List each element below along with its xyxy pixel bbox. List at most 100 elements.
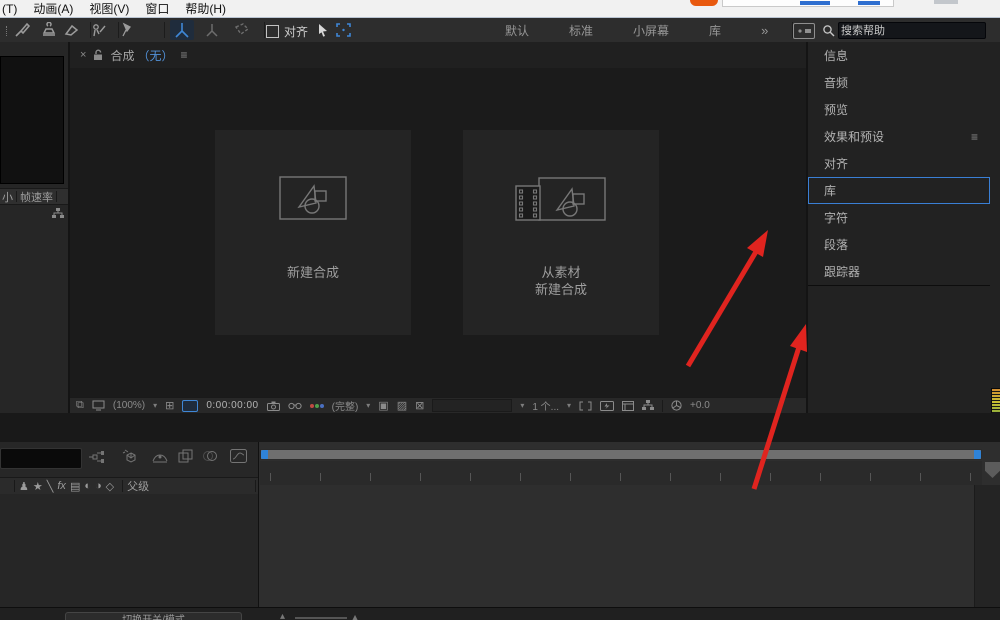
navigator-start-handle[interactable]: [261, 450, 268, 459]
shy-switch-icon[interactable]: ♟: [19, 480, 29, 493]
column-divider: [56, 191, 57, 202]
column-framerate[interactable]: 帧速率: [20, 189, 53, 205]
chevron-down-icon[interactable]: ▾: [366, 401, 370, 410]
timeline-button-icon[interactable]: [622, 400, 635, 411]
panel-tab-paragraph[interactable]: 段落: [808, 231, 990, 259]
comp-mini-flowchart-icon[interactable]: [88, 450, 104, 464]
menu-item-help[interactable]: 帮助(H): [177, 0, 234, 17]
panel-tab-libraries[interactable]: 库: [808, 177, 990, 205]
background-logo-gray: [934, 0, 958, 4]
panel-tab-effects-presets[interactable]: 效果和预设 ≡: [808, 123, 990, 151]
show-snapshot-icon[interactable]: [288, 401, 302, 410]
motion-blur-icon[interactable]: [202, 450, 219, 462]
world-axis-mode-button[interactable]: [200, 20, 224, 40]
timeline-column-header: ♟ ★ ╲ fx ▤ ◐ ◑ ◇ 父级: [0, 477, 258, 495]
workspace-tab-default[interactable]: 默认: [505, 22, 529, 39]
panel-tab-audio[interactable]: 音频: [808, 69, 990, 97]
adjustment-switch-icon[interactable]: ◑: [95, 480, 102, 492]
fast-previews-icon[interactable]: [600, 400, 615, 411]
chevron-down-icon[interactable]: ▾: [567, 401, 571, 410]
main-monitor-icon[interactable]: [92, 400, 105, 411]
view-axis-mode-button[interactable]: [230, 20, 254, 40]
frame-blend-switch-icon[interactable]: ▤: [70, 480, 80, 493]
menu-item-animation[interactable]: 动画(A): [25, 0, 81, 17]
exposure-value[interactable]: +0.0: [690, 400, 710, 411]
workspace-overflow-chevrons[interactable]: »: [761, 23, 768, 38]
zoom-out-icon[interactable]: ▴: [280, 611, 285, 620]
new-composition-from-footage-icon: [515, 177, 606, 221]
draft-3d-icon[interactable]: [120, 449, 137, 464]
new-composition-from-footage-card[interactable]: 从素材 新建合成: [463, 130, 659, 335]
3d-switch-icon[interactable]: ◇: [106, 480, 114, 493]
menu-item-clipped[interactable]: (T): [0, 0, 25, 17]
workspace-tab-small-screen[interactable]: 小屏幕: [633, 22, 669, 39]
composition-tab-bar: × 合成 （无） ≡: [70, 42, 806, 68]
time-ruler[interactable]: [260, 461, 982, 486]
navigator-end-handle[interactable]: [974, 450, 981, 459]
channel-dots-icon[interactable]: [309, 403, 324, 408]
column-size[interactable]: 小: [2, 189, 13, 205]
transparency-grid-icon[interactable]: ▨: [397, 399, 407, 412]
pixel-aspect-icon[interactable]: [579, 401, 592, 411]
workspace-tab-standard[interactable]: 标准: [569, 22, 593, 39]
shy-layers-icon[interactable]: [152, 450, 168, 463]
exposure-icon[interactable]: [671, 400, 682, 411]
chevron-down-icon[interactable]: ▾: [520, 401, 524, 410]
tab-close-icon[interactable]: ×: [80, 49, 86, 61]
puppet-pin-tool-button[interactable]: [118, 22, 134, 38]
eraser-tool-button[interactable]: [62, 23, 80, 37]
panel-tab-align[interactable]: 对齐: [808, 150, 990, 178]
timeline-zoom-slider[interactable]: [295, 617, 347, 619]
collapse-switch-icon[interactable]: ★: [33, 480, 43, 493]
panel-menu-icon[interactable]: ≡: [971, 130, 978, 144]
quality-switch-icon[interactable]: ╲: [47, 480, 54, 493]
comp-marker-bin[interactable]: [985, 462, 1000, 478]
graph-editor-icon[interactable]: [230, 449, 247, 463]
view-layout-value[interactable]: 1 个...: [532, 398, 559, 413]
mask-visibility-icon[interactable]: ⊠: [415, 399, 424, 412]
panel-tab-info[interactable]: 信息: [808, 42, 990, 70]
region-of-interest-icon[interactable]: ▣: [378, 399, 388, 412]
roto-brush-tool-button[interactable]: [90, 22, 108, 38]
tab-title[interactable]: 合成: [110, 47, 134, 64]
motion-blur-switch-icon[interactable]: ◐: [84, 480, 91, 492]
zoom-in-icon[interactable]: ▴: [352, 610, 358, 620]
panel-menu-icon[interactable]: ≡: [180, 48, 187, 62]
panel-tab-tracker[interactable]: 跟踪器: [808, 258, 990, 286]
clone-stamp-tool-button[interactable]: [40, 22, 58, 38]
capture-brackets-icon: [336, 23, 351, 37]
magnification-value[interactable]: (100%): [113, 400, 145, 411]
snapshot-camera-icon[interactable]: [266, 401, 280, 411]
lock-icon[interactable]: [93, 49, 103, 61]
menu-item-view[interactable]: 视图(V): [81, 0, 137, 17]
snap-checkbox[interactable]: [266, 25, 279, 38]
toggle-switches-modes-button[interactable]: 切换开关/模式: [65, 612, 242, 620]
search-help-input[interactable]: [838, 22, 986, 39]
frame-blending-icon[interactable]: [178, 449, 193, 463]
comp-flowchart-icon[interactable]: [642, 400, 655, 411]
menu-item-window[interactable]: 窗口: [137, 0, 177, 17]
chevron-down-icon[interactable]: ▾: [153, 401, 157, 410]
roi-active-icon[interactable]: [182, 399, 199, 412]
fx-switch-icon[interactable]: fx: [57, 480, 66, 492]
local-axis-mode-button[interactable]: [170, 20, 194, 40]
snap-toggle[interactable]: 对齐: [266, 23, 308, 40]
timecode-display[interactable]: 0:00:00:00: [206, 400, 258, 411]
parent-column-label[interactable]: 父级: [127, 478, 149, 494]
brush-tool-button[interactable]: [14, 22, 32, 38]
panel-tab-character[interactable]: 字符: [808, 204, 990, 232]
new-composition-card[interactable]: 新建合成: [215, 130, 411, 335]
resolution-value[interactable]: (完整): [332, 398, 359, 413]
flowchart-mini-icon[interactable]: [52, 208, 64, 219]
safe-zones-icon[interactable]: ⊞: [165, 399, 174, 412]
tab-comp-name-none[interactable]: （无）: [137, 47, 173, 64]
time-navigator-bar[interactable]: [260, 449, 982, 460]
timeline-bottom-bar: 切换开关/模式 ▴ ▴: [0, 607, 1000, 620]
timeline-search-box[interactable]: [0, 448, 82, 469]
view-popup-empty[interactable]: [432, 399, 513, 412]
workspace-tab-libraries[interactable]: 库: [709, 22, 721, 39]
timeline-scroll-gutter[interactable]: [974, 485, 1000, 607]
always-preview-icon[interactable]: ⧉: [76, 399, 84, 412]
workspace-switcher-icon[interactable]: [793, 23, 815, 39]
panel-tab-preview[interactable]: 预览: [808, 96, 990, 124]
